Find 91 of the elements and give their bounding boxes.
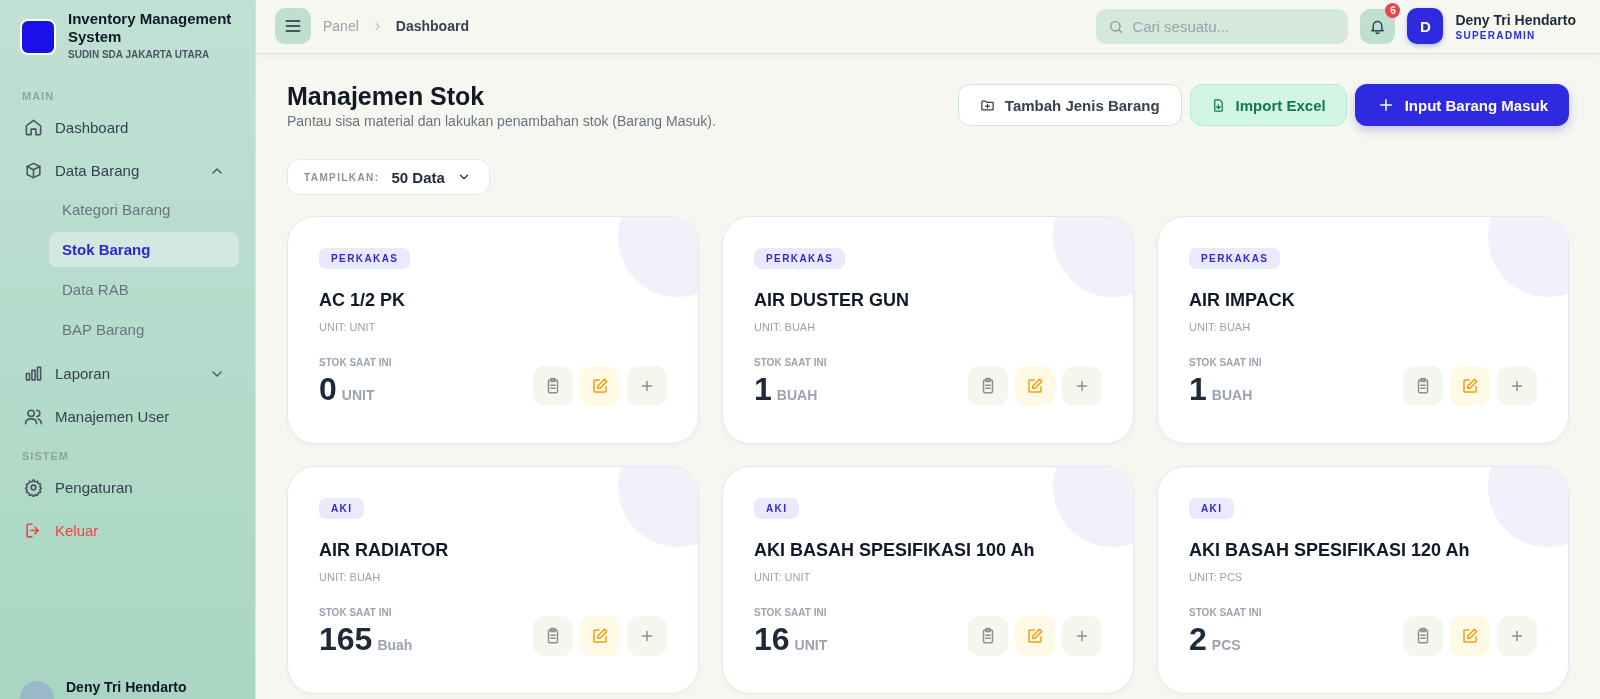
stock-label: STOK SAAT INI bbox=[319, 357, 392, 368]
app-logo bbox=[20, 19, 56, 55]
add-stock-button[interactable] bbox=[1497, 366, 1537, 406]
item-name: AKI BASAH SPESIFIKASI 120 Ah bbox=[1189, 540, 1471, 561]
edit-button[interactable] bbox=[1450, 366, 1490, 406]
edit-button[interactable] bbox=[1015, 366, 1055, 406]
action-button[interactable]: Import Excel bbox=[1189, 84, 1347, 126]
add-stock-button[interactable] bbox=[1062, 616, 1102, 656]
detail-button[interactable] bbox=[968, 616, 1008, 656]
nav-item[interactable]: Laporan bbox=[0, 352, 255, 395]
stock-value: 1 bbox=[754, 372, 772, 406]
item-name: AIR IMPACK bbox=[1189, 290, 1296, 311]
add-stock-button[interactable] bbox=[1497, 616, 1537, 656]
stock-unit: BUAH bbox=[776, 387, 818, 403]
users-icon bbox=[24, 407, 43, 426]
edit-button[interactable] bbox=[580, 616, 620, 656]
section-label: MAIN bbox=[21, 90, 56, 102]
app-subtitle: SUDIN SDA JAKARTA UTARA bbox=[68, 49, 211, 60]
breadcrumb-item: Dashboard bbox=[395, 18, 469, 34]
folder-plus-icon bbox=[979, 97, 995, 113]
category-tag: AKI bbox=[754, 498, 800, 519]
stock-label: STOK SAAT INI bbox=[1189, 357, 1262, 368]
detail-button[interactable] bbox=[1403, 366, 1443, 406]
stock-value: 165 bbox=[319, 622, 373, 656]
notification-button[interactable] bbox=[1360, 8, 1396, 44]
edit-button[interactable] bbox=[1015, 616, 1055, 656]
notification-badge: 6 bbox=[1385, 2, 1401, 18]
page-title: Manajemen Stok bbox=[287, 82, 486, 111]
nav-item[interactable]: Manajemen User bbox=[0, 395, 255, 438]
box-icon bbox=[24, 161, 43, 180]
category-tag: AKI bbox=[1189, 498, 1235, 519]
bar-chart-icon bbox=[24, 364, 43, 383]
stock-unit: UNIT bbox=[794, 637, 828, 653]
stock-unit: Buah bbox=[377, 637, 413, 653]
user-avatar[interactable]: D bbox=[1407, 8, 1444, 44]
search-field[interactable]: Cari sesuatu... bbox=[1096, 8, 1349, 44]
user-name: Deny Tri Hendarto bbox=[1455, 11, 1576, 28]
item-unit: UNIT: PCS bbox=[1189, 571, 1244, 583]
detail-button[interactable] bbox=[533, 616, 573, 656]
item-unit: UNIT: UNIT bbox=[319, 321, 377, 333]
stock-unit: BUAH bbox=[1211, 387, 1253, 403]
item-name: AC 1/2 PK bbox=[319, 290, 407, 311]
user-role: SUPERADMIN bbox=[1455, 29, 1537, 41]
nav-item[interactable]: Data Barang bbox=[0, 149, 255, 192]
item-name: AKI BASAH SPESIFIKASI 100 Ah bbox=[754, 540, 1036, 561]
page-size-dropdown[interactable]: TAMPILKAN: 50 Data bbox=[287, 159, 490, 195]
item-unit: UNIT: UNIT bbox=[754, 571, 812, 583]
stock-value: 1 bbox=[1189, 372, 1207, 406]
item-name: AIR RADIATOR bbox=[319, 540, 450, 561]
item-name: AIR DUSTER GUN bbox=[754, 290, 910, 311]
app-title: Inventory Management System bbox=[68, 10, 233, 46]
item-unit: UNIT: BUAH bbox=[1189, 321, 1252, 333]
item-unit: UNIT: BUAH bbox=[319, 571, 382, 583]
edit-button[interactable] bbox=[1450, 616, 1490, 656]
category-tag: PERKAKAS bbox=[754, 248, 846, 269]
add-stock-button[interactable] bbox=[1062, 366, 1102, 406]
stock-label: STOK SAAT INI bbox=[754, 357, 827, 368]
add-stock-button[interactable] bbox=[627, 616, 667, 656]
category-tag: PERKAKAS bbox=[1189, 248, 1281, 269]
detail-button[interactable] bbox=[968, 366, 1008, 406]
edit-icon bbox=[1461, 377, 1479, 395]
nav-item[interactable]: Dashboard bbox=[0, 106, 255, 149]
detail-button[interactable] bbox=[1403, 616, 1443, 656]
edit-button[interactable] bbox=[580, 366, 620, 406]
nav-subitem[interactable]: Stok Barang bbox=[49, 232, 239, 267]
add-stock-button[interactable] bbox=[627, 366, 667, 406]
edit-icon bbox=[1461, 627, 1479, 645]
stock-value: 16 bbox=[754, 622, 790, 656]
stock-label: STOK SAAT INI bbox=[319, 607, 393, 618]
stock-unit: UNIT bbox=[341, 387, 375, 403]
user-name: Deny Tri Hendarto bbox=[66, 679, 187, 695]
page-subtitle: Pantau sisa material dan lakukan penambahan stok (Barang Masuk). bbox=[287, 113, 716, 129]
stock-label: STOK SAAT INI bbox=[754, 607, 828, 618]
action-button[interactable]: Tambah Jenis Barang bbox=[957, 84, 1182, 126]
category-tag: PERKAKAS bbox=[319, 248, 411, 269]
edit-icon bbox=[1026, 377, 1044, 395]
action-button[interactable]: Input Barang Masuk bbox=[1354, 84, 1569, 126]
edit-icon bbox=[591, 627, 609, 645]
settings-icon bbox=[24, 478, 43, 497]
edit-icon bbox=[591, 377, 609, 395]
stock-label: STOK SAAT INI bbox=[1189, 607, 1262, 618]
home-icon bbox=[24, 118, 43, 137]
stock-value: 0 bbox=[319, 372, 337, 406]
detail-button[interactable] bbox=[533, 366, 573, 406]
stock-unit: PCS bbox=[1211, 637, 1241, 653]
stock-value: 2 bbox=[1189, 622, 1207, 656]
edit-icon bbox=[1026, 627, 1044, 645]
menu-button[interactable] bbox=[275, 8, 311, 44]
category-tag: AKI bbox=[319, 498, 365, 519]
item-unit: UNIT: BUAH bbox=[754, 321, 817, 333]
nav-item[interactable]: Pengaturan bbox=[0, 466, 255, 509]
